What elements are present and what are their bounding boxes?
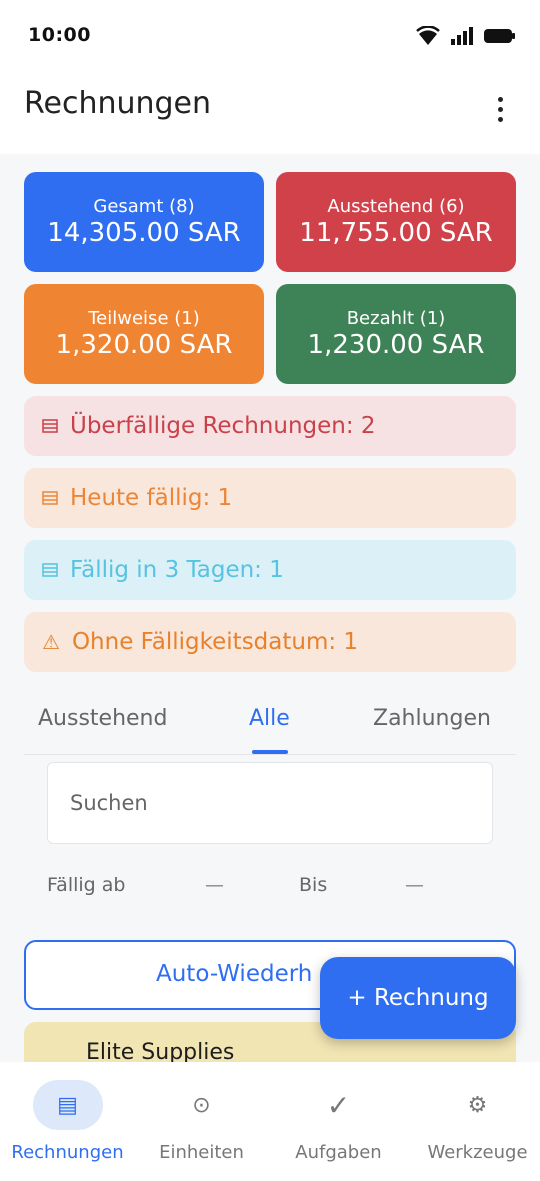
check-icon: ✓ [326,1088,351,1122]
summary-card-outstanding[interactable]: Ausstehend (6) 11,755.00 SAR [276,172,516,272]
due-from-label: Fällig ab [47,874,126,896]
wifi-icon [416,26,440,45]
add-invoice-button[interactable]: + Rechnung [320,957,516,1039]
due-to-label: Bis [299,874,328,896]
invoice-icon: ▤ [32,1080,103,1130]
summary-card-label: Gesamt (8) [93,196,195,217]
summary-card-partial[interactable]: Teilweise (1) 1,320.00 SAR [24,284,264,384]
search-box [47,762,493,844]
nav-label: Aufgaben [295,1142,382,1163]
summary-card-label: Bezahlt (1) [346,308,446,329]
tab-payments[interactable]: Zahlungen [373,706,491,731]
summary-card-label: Teilweise (1) [88,308,200,329]
summary-card-paid[interactable]: Bezahlt (1) 1,230.00 SAR [276,284,516,384]
app-bar: Rechnungen [0,72,540,154]
status-time: 10:00 [28,24,91,46]
alert-no-due-date[interactable]: ⚠ Ohne Fälligkeitsdatum: 1 [24,612,516,672]
nav-label: Werkzeuge [427,1142,528,1163]
bottom-navigation: ▤ Rechnungen ⊙ Einheiten ✓ Aufgaben ⚙ We… [0,1062,540,1181]
summary-card-value: 1,230.00 SAR [307,330,485,360]
tab-indicator [252,750,288,754]
units-icon: ⊙ [192,1092,211,1118]
alert-text: Heute fällig: 1 [70,485,233,511]
status-bar: 10:00 [0,0,540,72]
alert-overdue[interactable]: Überfällige Rechnungen: 2 [24,396,516,456]
page-title: Rechnungen [24,86,212,121]
summary-card-value: 14,305.00 SAR [47,218,241,248]
alert-text: Ohne Fälligkeitsdatum: 1 [71,629,359,655]
nav-label: Einheiten [159,1142,244,1163]
summary-card-value: 1,320.00 SAR [55,330,233,360]
status-icons [416,26,516,46]
warning-icon: ⚠ [42,630,60,654]
nav-item-invoices[interactable]: ▤ Rechnungen [0,1080,135,1163]
alert-due-soon[interactable]: Fällig in 3 Tagen: 1 [24,540,516,600]
auto-recurring-label: Auto-Wiederh [156,961,313,987]
list-icon [42,419,58,433]
search-input[interactable] [70,787,470,819]
battery-icon [484,29,515,43]
nav-label: Rechnungen [11,1142,124,1163]
nav-item-units[interactable]: ⊙ Einheiten [134,1080,269,1164]
tab-outstanding[interactable]: Ausstehend [38,706,167,731]
alert-text: Fällig in 3 Tagen: 1 [70,557,284,583]
list-icon [42,563,58,577]
alert-due-today[interactable]: Heute fällig: 1 [24,468,516,528]
alert-text: Überfällige Rechnungen: 2 [70,413,376,439]
list-icon [42,491,58,505]
summary-card-total[interactable]: Gesamt (8) 14,305.00 SAR [24,172,264,272]
tab-all[interactable]: Alle [249,706,290,731]
due-from-value[interactable]: — [205,874,224,896]
tab-bar: Ausstehend Alle Zahlungen [24,690,516,755]
tools-icon: ⚙ [467,1092,488,1118]
nav-item-tools[interactable]: ⚙ Werkzeuge [410,1080,540,1164]
summary-card-value: 11,755.00 SAR [299,218,493,248]
summary-card-label: Ausstehend (6) [327,196,465,217]
more-options-icon[interactable] [488,94,512,124]
nav-item-tasks[interactable]: ✓ Aufgaben [271,1080,406,1164]
signal-icon [451,27,473,45]
due-to-value[interactable]: — [405,874,424,896]
